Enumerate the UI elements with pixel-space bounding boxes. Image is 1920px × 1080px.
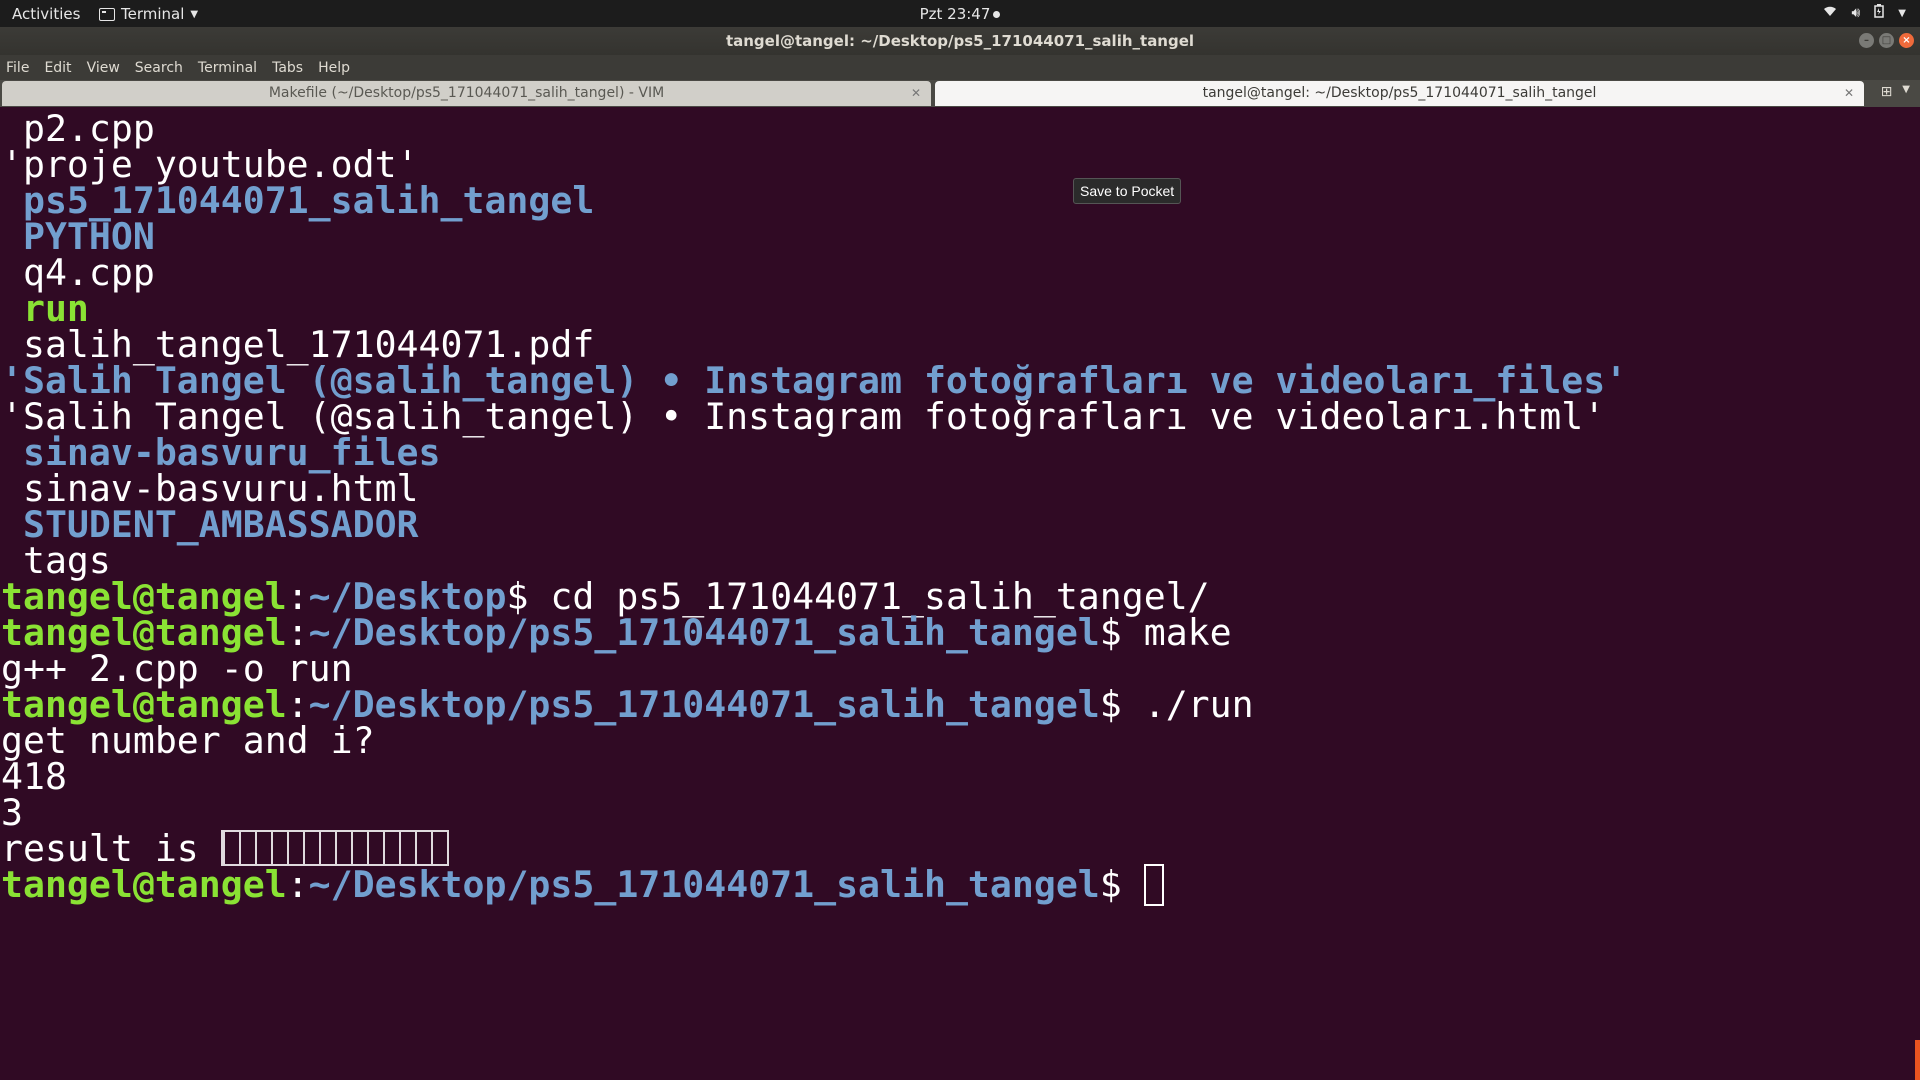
system-tray[interactable]: 🔊︎ ▼ [1823,4,1906,22]
maximize-button[interactable]: □ [1879,33,1894,48]
minimize-button[interactable]: – [1859,33,1874,48]
tab-label: Makefile (~/Desktop/ps5_171044071_salih_… [268,85,665,101]
tab-close-icon[interactable]: ✕ [1844,81,1854,106]
prompt-symbol: $ [1099,863,1144,906]
prompt-path: ~/Desktop/ps5_171044071_salih_tangel [308,863,1100,906]
tab-menu-chevron-icon[interactable]: ▼ [1902,84,1910,100]
menu-bar: File Edit View Search Terminal Tabs Help [0,55,1920,80]
menu-tabs[interactable]: Tabs [272,60,303,76]
window-controls: – □ × [1859,33,1914,48]
window-title: tangel@tangel: ~/Desktop/ps5_171044071_s… [725,32,1195,50]
save-to-pocket-tooltip: Save to Pocket [1073,178,1182,204]
clock[interactable]: Pzt 23:47 [0,5,1920,23]
window-titlebar[interactable]: tangel@tangel: ~/Desktop/ps5_171044071_s… [0,27,1920,55]
menu-help[interactable]: Help [318,60,350,76]
battery-icon [1874,4,1885,22]
top-bar: Activities Terminal ▼ Pzt 23:47 🔊︎ ▼ [0,0,1920,27]
tab-close-icon[interactable]: ✕ [911,81,921,106]
close-button[interactable]: × [1899,33,1914,48]
tab-vim-makefile[interactable]: Makefile (~/Desktop/ps5_171044071_salih_… [2,81,931,106]
terminal-output[interactable]: p2.cpp 'proje youtube.odt' ps5_171044071… [0,107,1920,1080]
prompt-path: ~/Desktop/ps5_171044071_salih_tangel [308,611,1100,654]
menu-file[interactable]: File [6,60,29,76]
volume-icon: 🔊︎ [1851,5,1861,21]
text-cursor[interactable] [1143,863,1164,906]
wifi-icon [1823,5,1837,21]
prompt-symbol: $ [1099,683,1144,726]
prompt-path: ~/Desktop/ps5_171044071_salih_tangel [308,683,1100,726]
tab-tools: ⊞ ▼ [1881,84,1910,100]
menu-search[interactable]: Search [135,60,183,76]
tab-label: tangel@tangel: ~/Desktop/ps5_171044071_s… [1202,85,1597,101]
command-text: make [1143,611,1232,654]
menu-edit[interactable]: Edit [44,60,71,76]
clock-label: Pzt 23:47 [919,5,991,23]
scrollbar-handle[interactable] [1915,1040,1920,1080]
tab-bar: Makefile (~/Desktop/ps5_171044071_salih_… [0,80,1920,107]
notification-dot-icon [993,11,1001,18]
prompt-line: tangel@tangel:~/Desktop/ps5_171044071_sa… [1,863,1164,907]
menu-view[interactable]: View [87,60,120,76]
prompt-symbol: $ [1099,611,1144,654]
menu-terminal[interactable]: Terminal [198,60,257,76]
prompt-colon: : [286,863,309,906]
prompt-user: tangel@tangel [1,863,287,906]
command-text: ./run [1143,683,1254,726]
chevron-down-icon: ▼ [1898,7,1906,19]
new-tab-icon[interactable]: ⊞ [1881,84,1893,100]
tab-terminal[interactable]: tangel@tangel: ~/Desktop/ps5_171044071_s… [935,81,1864,106]
unprintable-glyphs [220,829,449,866]
